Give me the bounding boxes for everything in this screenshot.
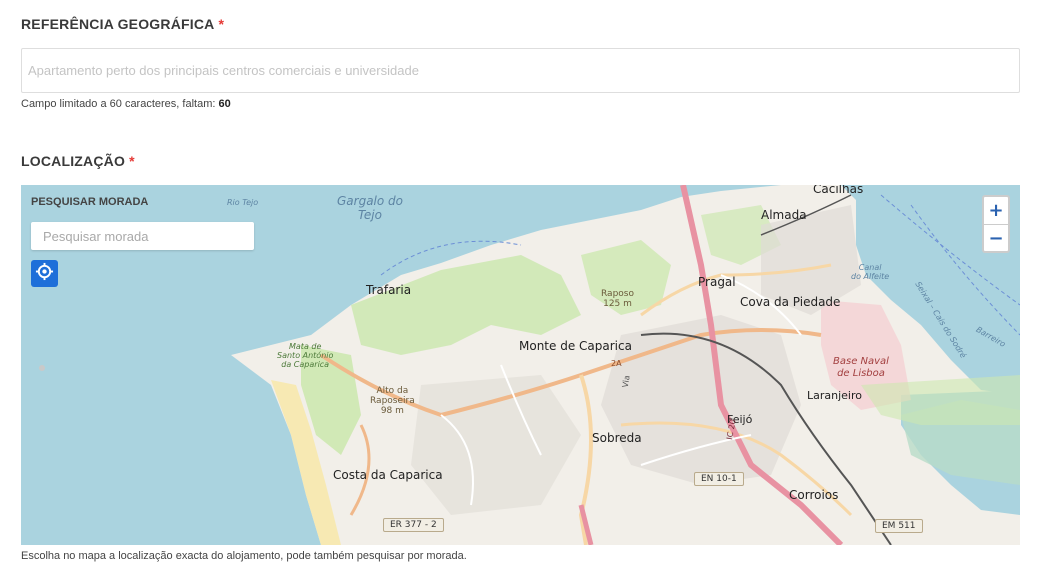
zoom-out-button[interactable]: − [984, 224, 1008, 251]
place-pragal: Pragal [698, 275, 736, 289]
poi-mata-santo-antonio: Mata de Santo António da Caparica [277, 342, 333, 369]
place-costa-da-caparica: Costa da Caparica [333, 468, 443, 482]
map-search-label: PESQUISAR MORADA [31, 196, 149, 208]
water-label-rio-tejo: Rio Tejo [227, 198, 259, 207]
road-shield-em511: EM 511 [875, 519, 923, 533]
geo-reference-title: REFERÊNCIA GEOGRÁFICA * [21, 16, 224, 32]
poi-raposo-line2: 125 m [603, 299, 632, 309]
geo-reference-input[interactable] [21, 48, 1020, 93]
road-shield-en10: EN 10-1 [694, 472, 744, 486]
address-search-input[interactable] [31, 222, 254, 250]
poi-raposo: Raposo 125 m [601, 289, 634, 309]
water-label-canal: Canal do Alfeite [851, 263, 889, 281]
location-title: LOCALIZAÇÃO * [21, 153, 135, 169]
poi-mata-line3: da Caparica [281, 360, 330, 369]
crosshair-icon [35, 262, 54, 286]
place-cacilhas: Cacilhas [813, 185, 864, 196]
poi-alto-line2: Raposeira [370, 396, 415, 406]
place-cova-da-piedade: Cova da Piedade [740, 295, 841, 309]
road-shield-er377: ER 377 - 2 [383, 518, 444, 532]
geo-reference-title-text: REFERÊNCIA GEOGRÁFICA [21, 16, 215, 32]
place-trafaria: Trafaria [366, 283, 412, 297]
water-label-canal-line2: do Alfeite [851, 272, 890, 281]
char-limit-helper: Campo limitado a 60 caracteres, faltam: … [21, 98, 231, 110]
place-corroios: Corroios [789, 488, 839, 502]
poi-alto-line1: Alto da [376, 386, 409, 396]
required-asterisk: * [218, 16, 225, 32]
water-label-gargalo: Gargalo do Tejo [337, 194, 403, 222]
poi-raposo-line1: Raposo [601, 289, 634, 299]
water-label-canal-line1: Canal [858, 263, 882, 272]
poi-mata-line1: Mata de [289, 342, 322, 351]
location-title-text: LOCALIZAÇÃO [21, 153, 126, 169]
place-monte-de-caparica: Monte de Caparica [519, 339, 632, 353]
poi-alto-line3: 98 m [380, 406, 404, 416]
road-label-2a: 2A [611, 359, 622, 368]
place-sobreda: Sobreda [592, 431, 642, 445]
zoom-control: + − [982, 195, 1010, 253]
poi-base-naval: Base Naval de Lisboa [833, 356, 889, 380]
water-label-gargalo-line1: Gargalo do [337, 194, 404, 208]
place-laranjeiro: Laranjeiro [807, 389, 862, 402]
poi-alto-raposeira: Alto da Raposeira 98 m [370, 386, 415, 416]
required-asterisk: * [129, 153, 135, 169]
char-limit-text: Campo limitado a 60 caracteres, faltam: [21, 98, 216, 110]
place-almada: Almada [761, 208, 807, 222]
poi-base-line2: de Lisboa [837, 368, 885, 379]
poi-mata-line2: Santo António [277, 351, 334, 360]
zoom-in-button[interactable]: + [984, 197, 1008, 224]
water-label-gargalo-line2: Tejo [358, 208, 382, 222]
locate-button[interactable] [31, 260, 58, 287]
chars-remaining: 60 [218, 98, 231, 110]
location-map[interactable]: Gargalo do Tejo Rio Tejo Canal do Alfeit… [21, 185, 1020, 545]
map-helper-text: Escolha no mapa a localização exacta do … [21, 550, 467, 562]
poi-base-line1: Base Naval [833, 356, 889, 367]
